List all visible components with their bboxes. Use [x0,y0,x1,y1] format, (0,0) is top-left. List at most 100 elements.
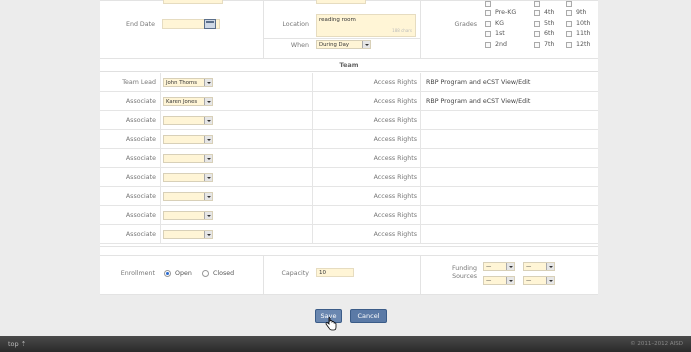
team-row: Associate Karen Jones Access Rights RBP Pro… [100,92,598,111]
divider [100,294,598,295]
event-form-panel: End Date Location reading room 188 chars… [100,0,598,295]
team-member-select[interactable] [163,154,213,163]
divider [263,0,264,58]
copyright-text: © 2011–2012 AISD [630,341,683,347]
grade-checkbox-6th[interactable] [534,31,540,37]
enrollment-closed-radio[interactable] [202,270,209,277]
capacity-input[interactable]: 10 [316,268,354,277]
team-member-select[interactable] [163,135,213,144]
access-rights-label: Access Rights [373,79,417,86]
enrollment-open-label: Open [175,270,192,277]
team-row: Associate Access Rights [100,225,598,244]
funding-select-value: — [526,278,532,284]
access-rights-label: Access Rights [373,117,417,124]
funding-source-select[interactable]: — [483,276,515,285]
access-rights-label: Access Rights [373,174,417,181]
grade-checkbox-9th[interactable] [566,10,572,16]
team-row: Associate Access Rights [100,206,598,225]
grade-label: 12th [576,41,591,48]
funding-label: Funding [452,265,477,272]
grade-label: KG [495,20,505,27]
when-select[interactable]: During Day [316,40,371,49]
chevron-down-icon [204,79,212,86]
team-row: Team Lead John Thoms Access Rights RBP Prog… [100,73,598,92]
start-date-input-partial[interactable] [163,0,223,4]
access-rights-label: Access Rights [373,98,417,105]
team-role-label: Associate [125,174,156,181]
funding-select-value: — [486,278,492,284]
team-member-select[interactable]: John Thoms [163,78,213,87]
grade-checkbox-prek[interactable] [485,10,491,16]
cancel-button[interactable]: Cancel [350,309,387,323]
capacity-label: Capacity [281,270,309,277]
team-row: Associate Access Rights [100,168,598,187]
divider [420,0,421,58]
funding-source-select[interactable]: — [523,276,555,285]
team-member-select[interactable] [163,116,213,125]
grade-checkbox-partial[interactable] [566,1,572,7]
team-role-label: Associate [125,212,156,219]
grade-checkbox-5th[interactable] [534,21,540,27]
team-member-value: John Thoms [166,80,197,86]
enrollment-closed-label: Closed [213,270,235,277]
grade-checkbox-1st[interactable] [485,31,491,37]
pointer-hand-icon [325,317,337,331]
funding-label-sources: Sources [452,273,477,280]
grade-label: Pre-KG [495,9,517,16]
access-rights-label: Access Rights [373,212,417,219]
team-role-label: Associate [125,193,156,200]
team-role-label: Associate [125,98,156,105]
grade-checkbox-7th[interactable] [534,42,540,48]
location-input[interactable]: reading room 188 chars [316,14,416,37]
calendar-icon[interactable] [204,19,216,29]
page-footer: top ⇡ © 2011–2012 AISD [0,336,691,352]
chevron-down-icon [506,263,514,270]
team-row: Associate Access Rights [100,149,598,168]
chevron-down-icon [204,136,212,143]
team-row: Associate Access Rights [100,187,598,206]
funding-source-select[interactable]: — [523,262,555,271]
grade-label: 10th [576,20,591,27]
team-role-label: Associate [125,231,156,238]
grade-label: 2nd [495,41,507,48]
when-select-value: During Day [319,42,349,48]
end-date-label: End Date [125,21,155,28]
funding-select-value: — [486,264,492,270]
chevron-down-icon [204,98,212,105]
grade-checkbox-2nd[interactable] [485,42,491,48]
team-member-select[interactable]: Karen Jones [163,97,213,106]
team-member-select[interactable] [163,192,213,201]
team-member-value: Karen Jones [166,99,198,105]
grade-checkbox-11th[interactable] [566,31,572,37]
team-role-label: Associate [125,155,156,162]
location-top-partial[interactable] [316,0,366,4]
access-rights-label: Access Rights [373,136,417,143]
team-role-label: Team Lead [122,79,156,86]
grade-label: 11th [576,30,591,37]
grade-checkbox-4th[interactable] [534,10,540,16]
when-label: When [290,42,309,49]
team-role-label: Associate [125,117,156,124]
team-section-header: Team [100,59,598,72]
back-to-top-link[interactable]: top ⇡ [8,340,26,348]
location-value: reading room [319,17,356,23]
access-rights-label: Access Rights [373,231,417,238]
team-member-select[interactable] [163,230,213,239]
chevron-down-icon [204,117,212,124]
team-member-select[interactable] [163,173,213,182]
divider [264,38,420,39]
chevron-down-icon [204,231,212,238]
grade-checkbox-12th[interactable] [566,42,572,48]
chevron-down-icon [204,193,212,200]
enrollment-label: Enrollment [120,270,155,277]
back-to-top-label: top [8,340,19,348]
enrollment-open-radio[interactable] [164,270,171,277]
grade-checkbox-10th[interactable] [566,21,572,27]
chevron-down-icon [546,277,554,284]
funding-source-select[interactable]: — [483,262,515,271]
divider [100,246,598,247]
grade-checkbox-kg[interactable] [485,21,491,27]
team-member-select[interactable] [163,211,213,220]
grade-checkbox-partial[interactable] [534,1,540,7]
grade-checkbox-partial[interactable] [485,1,491,7]
